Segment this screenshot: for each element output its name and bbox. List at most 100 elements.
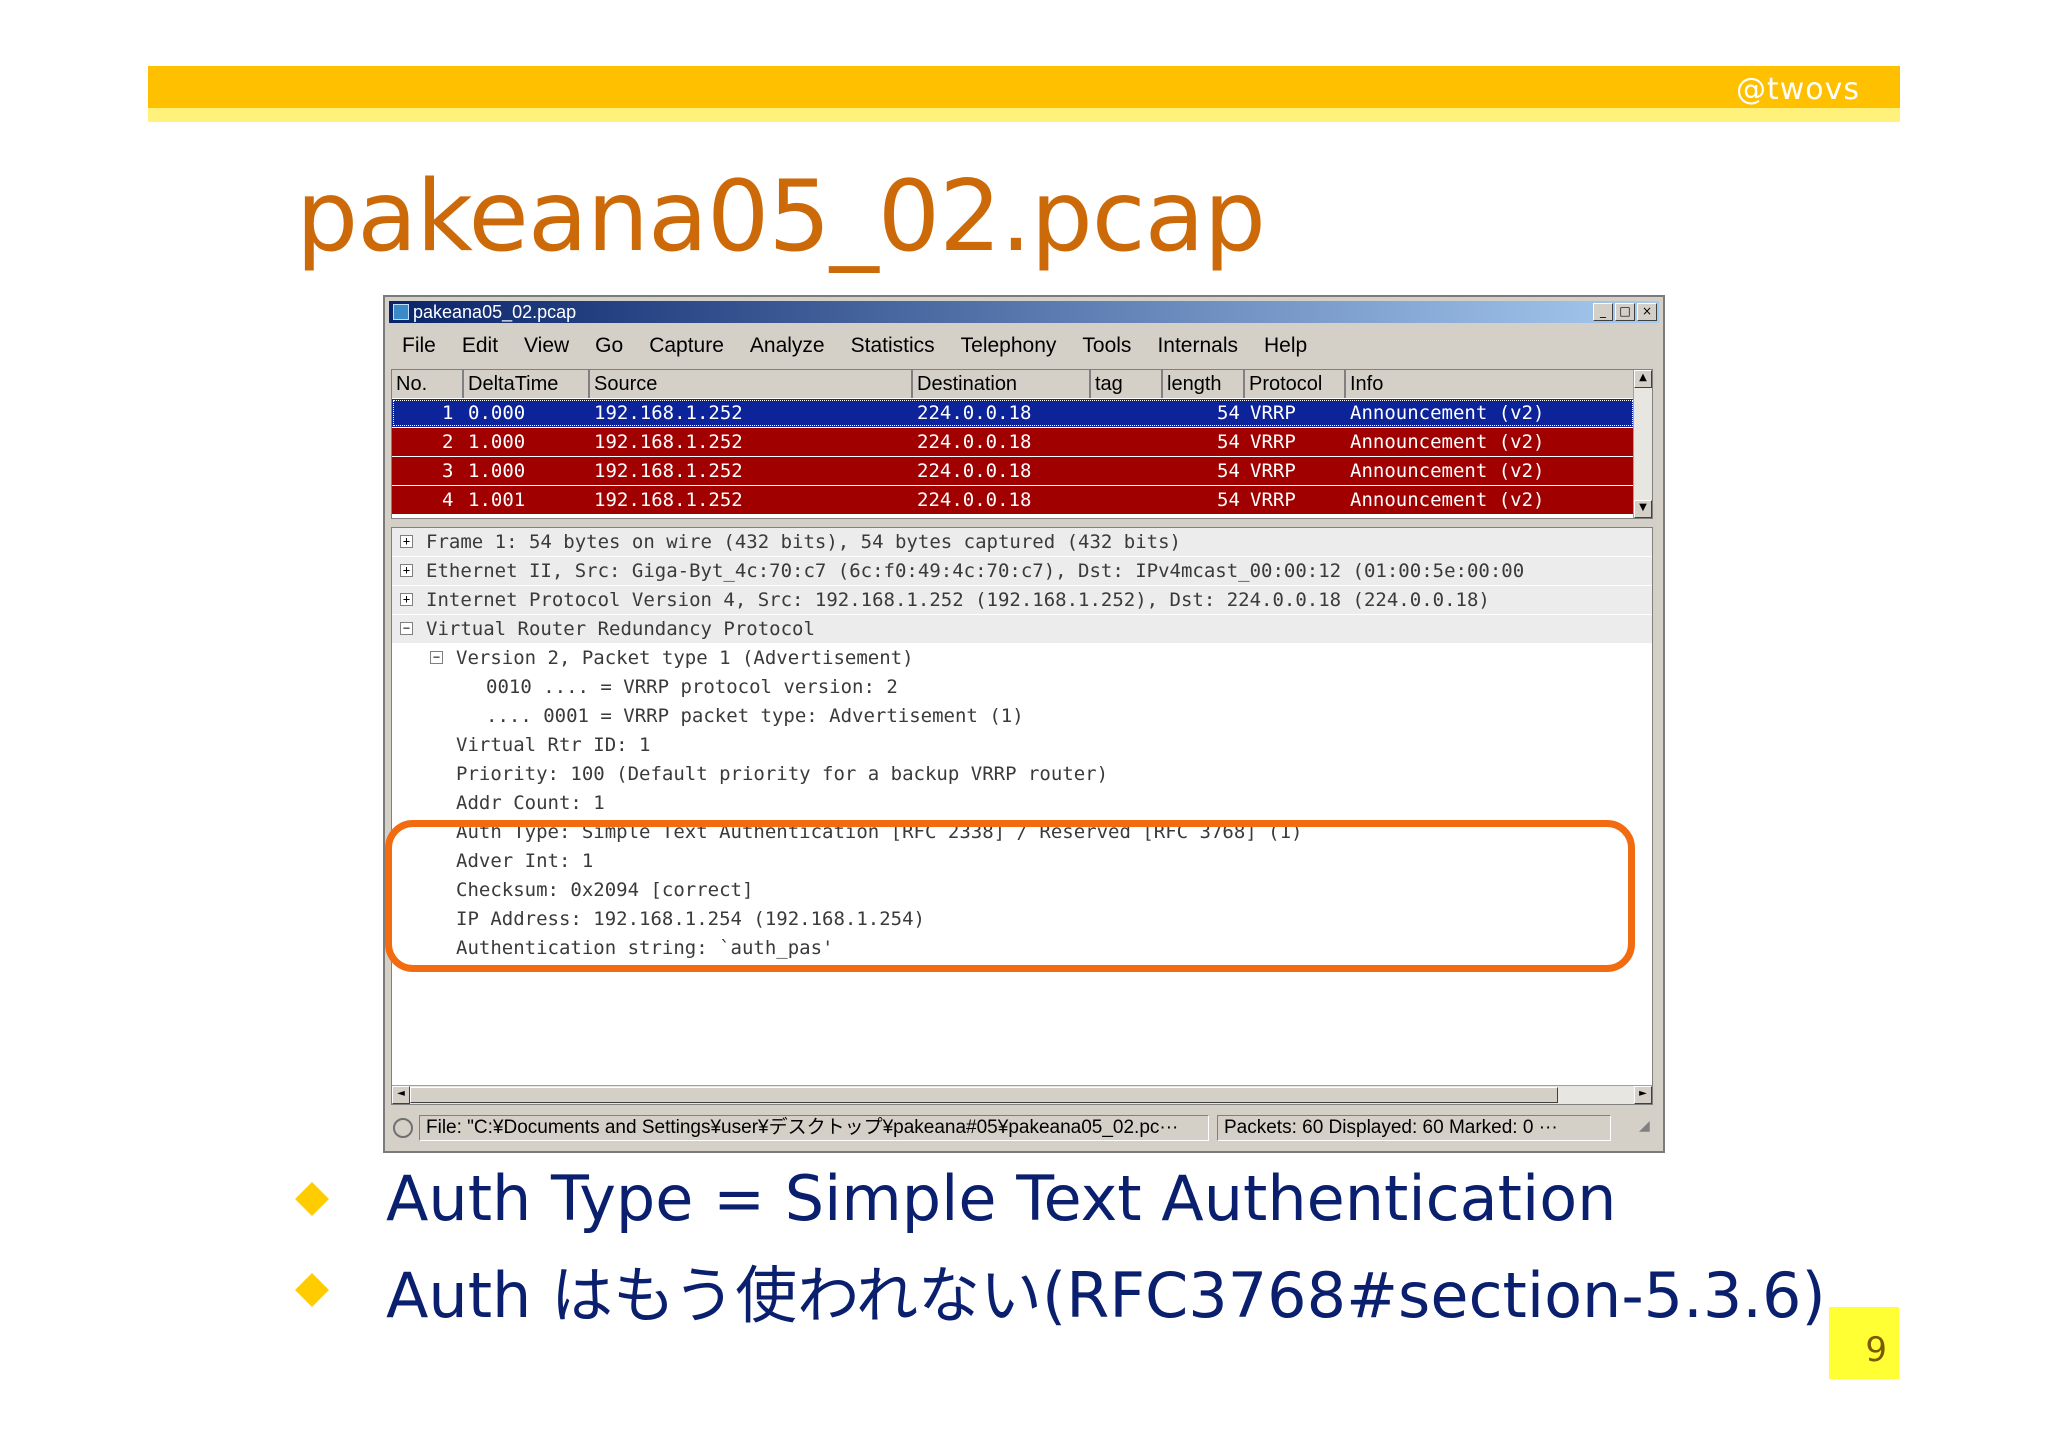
detail-text: Addr Count: 1 (456, 792, 605, 814)
status-bar: File: "C:¥Documents and Settings¥user¥デス… (389, 1111, 1659, 1145)
detail-line-ethernet[interactable]: + Ethernet II, Src: Giga-Byt_4c:70:c7 (6… (392, 557, 1652, 585)
packet-list-scrollbar[interactable]: ▲ ▼ (1633, 370, 1652, 518)
packet-protocol: VRRP (1250, 489, 1296, 511)
detail-line-priority[interactable]: Priority: 100 (Default priority for a ba… (392, 760, 1652, 788)
collapse-icon[interactable]: − (400, 622, 413, 635)
packet-row[interactable]: 2 1.000 192.168.1.252 224.0.0.18 54 VRRP… (392, 428, 1634, 456)
detail-line-addr-count[interactable]: Addr Count: 1 (392, 789, 1652, 817)
packet-source: 192.168.1.252 (594, 489, 743, 511)
menu-help[interactable]: Help (1251, 334, 1320, 358)
slide-title: pakeana05_02.pcap (296, 160, 1266, 274)
detail-line-version[interactable]: − Version 2, Packet type 1 (Advertisemen… (392, 644, 1652, 672)
packet-details-pane: + Frame 1: 54 bytes on wire (432 bits), … (391, 527, 1653, 1105)
detail-line-ipv4[interactable]: + Internet Protocol Version 4, Src: 192.… (392, 586, 1652, 614)
detail-text: Priority: 100 (Default priority for a ba… (456, 763, 1109, 785)
details-horizontal-scrollbar[interactable]: ◄ ► (392, 1085, 1652, 1104)
expand-icon[interactable]: + (400, 564, 413, 577)
wireshark-app-icon (393, 304, 409, 320)
packet-length: 54 (1217, 402, 1240, 424)
detail-text: .... 0001 = VRRP packet type: Advertisem… (486, 705, 1024, 727)
menu-statistics[interactable]: Statistics (838, 334, 948, 358)
packet-source: 192.168.1.252 (594, 431, 743, 453)
menu-view[interactable]: View (511, 334, 582, 358)
scrollbar-thumb[interactable] (410, 1087, 1558, 1103)
packet-delta: 0.000 (468, 402, 526, 424)
packet-row[interactable]: 3 1.000 192.168.1.252 224.0.0.18 54 VRRP… (392, 457, 1634, 485)
menu-analyze[interactable]: Analyze (737, 334, 838, 358)
bullet-item: Auth Type = Simple Text Authentication (295, 1162, 1617, 1235)
expand-icon[interactable]: + (400, 593, 413, 606)
menu-telephony[interactable]: Telephony (948, 334, 1070, 358)
scroll-down-icon[interactable]: ▼ (1634, 500, 1652, 518)
packet-destination: 224.0.0.18 (917, 431, 1032, 453)
packet-delta: 1.001 (468, 489, 526, 511)
diamond-bullet-icon (295, 1273, 329, 1307)
packet-list-pane: No. DeltaTime Source Destination tag len… (391, 369, 1653, 519)
close-icon[interactable]: × (1637, 303, 1657, 321)
packet-length: 54 (1217, 431, 1240, 453)
menu-edit[interactable]: Edit (449, 334, 511, 358)
detail-line-protocol-version[interactable]: 0010 .... = VRRP protocol version: 2 (392, 673, 1652, 701)
packet-no: 2 (442, 431, 454, 453)
status-packets: Packets: 60 Displayed: 60 Marked: 0 ··· (1217, 1115, 1611, 1141)
column-header-protocol[interactable]: Protocol (1245, 370, 1346, 398)
packet-length: 54 (1217, 489, 1240, 511)
column-header-no[interactable]: No. (392, 370, 464, 398)
packet-info: Announcement (v2) (1350, 402, 1545, 424)
bullet-text: Auth はもう使われない(RFC3768#section-5.3.6) (386, 1259, 1826, 1332)
detail-text: Frame 1: 54 bytes on wire (432 bits), 54… (426, 531, 1181, 553)
detail-text: Ethernet II, Src: Giga-Byt_4c:70:c7 (6c:… (426, 560, 1525, 582)
diamond-bullet-icon (295, 1181, 329, 1216)
column-header-length[interactable]: length (1163, 370, 1245, 398)
detail-text: Virtual Router Redundancy Protocol (426, 618, 815, 640)
wireshark-window: pakeana05_02.pcap _ □ × File Edit View G… (383, 295, 1665, 1153)
scroll-right-icon[interactable]: ► (1634, 1086, 1652, 1104)
resize-grip-icon[interactable]: ◢ (1639, 1118, 1659, 1138)
menu-file[interactable]: File (389, 334, 449, 358)
packet-no: 4 (442, 489, 454, 511)
column-header-tag[interactable]: tag (1091, 370, 1163, 398)
scroll-up-icon[interactable]: ▲ (1634, 370, 1652, 388)
menu-go[interactable]: Go (582, 334, 636, 358)
detail-line-vrrp[interactable]: − Virtual Router Redundancy Protocol (392, 615, 1652, 643)
column-header-info[interactable]: Info (1346, 370, 1636, 398)
maximize-icon[interactable]: □ (1615, 303, 1635, 321)
menu-capture[interactable]: Capture (636, 334, 737, 358)
scroll-left-icon[interactable]: ◄ (392, 1086, 410, 1104)
packet-info: Announcement (v2) (1350, 460, 1545, 482)
top-banner-underline (148, 108, 1900, 122)
detail-text: Virtual Rtr ID: 1 (456, 734, 651, 756)
menu-internals[interactable]: Internals (1144, 334, 1251, 358)
detail-line-frame[interactable]: + Frame 1: 54 bytes on wire (432 bits), … (392, 528, 1652, 556)
column-header-deltatime[interactable]: DeltaTime (464, 370, 590, 398)
packet-list-header: No. DeltaTime Source Destination tag len… (392, 370, 1634, 398)
expand-icon[interactable]: + (400, 535, 413, 548)
column-header-source[interactable]: Source (590, 370, 913, 398)
packet-protocol: VRRP (1250, 431, 1296, 453)
detail-text: Internet Protocol Version 4, Src: 192.16… (426, 589, 1490, 611)
packet-source: 192.168.1.252 (594, 402, 743, 424)
window-titlebar[interactable]: pakeana05_02.pcap _ □ × (389, 301, 1659, 323)
packet-row[interactable]: 1 0.000 192.168.1.252 224.0.0.18 54 VRRP… (392, 399, 1634, 427)
packet-destination: 224.0.0.18 (917, 402, 1032, 424)
expert-info-icon[interactable] (393, 1118, 413, 1138)
packet-row[interactable]: 4 1.001 192.168.1.252 224.0.0.18 54 VRRP… (392, 486, 1634, 514)
packet-info: Announcement (v2) (1350, 431, 1545, 453)
author-handle: @twovs (1735, 72, 1860, 107)
packet-source: 192.168.1.252 (594, 460, 743, 482)
packet-info: Announcement (v2) (1350, 489, 1545, 511)
detail-line-packet-type[interactable]: .... 0001 = VRRP packet type: Advertisem… (392, 702, 1652, 730)
detail-text: Version 2, Packet type 1 (Advertisement) (456, 647, 914, 669)
packet-destination: 224.0.0.18 (917, 460, 1032, 482)
window-title: pakeana05_02.pcap (413, 301, 577, 322)
column-header-destination[interactable]: Destination (913, 370, 1091, 398)
minimize-icon[interactable]: _ (1593, 303, 1613, 321)
detail-line-virtual-rtr-id[interactable]: Virtual Rtr ID: 1 (392, 731, 1652, 759)
packet-protocol: VRRP (1250, 402, 1296, 424)
menu-tools[interactable]: Tools (1069, 334, 1144, 358)
packet-no: 1 (442, 402, 454, 424)
collapse-icon[interactable]: − (430, 651, 443, 664)
bullet-text: Auth Type = Simple Text Authentication (386, 1162, 1617, 1235)
packet-destination: 224.0.0.18 (917, 489, 1032, 511)
menu-bar: File Edit View Go Capture Analyze Statis… (389, 331, 1659, 361)
